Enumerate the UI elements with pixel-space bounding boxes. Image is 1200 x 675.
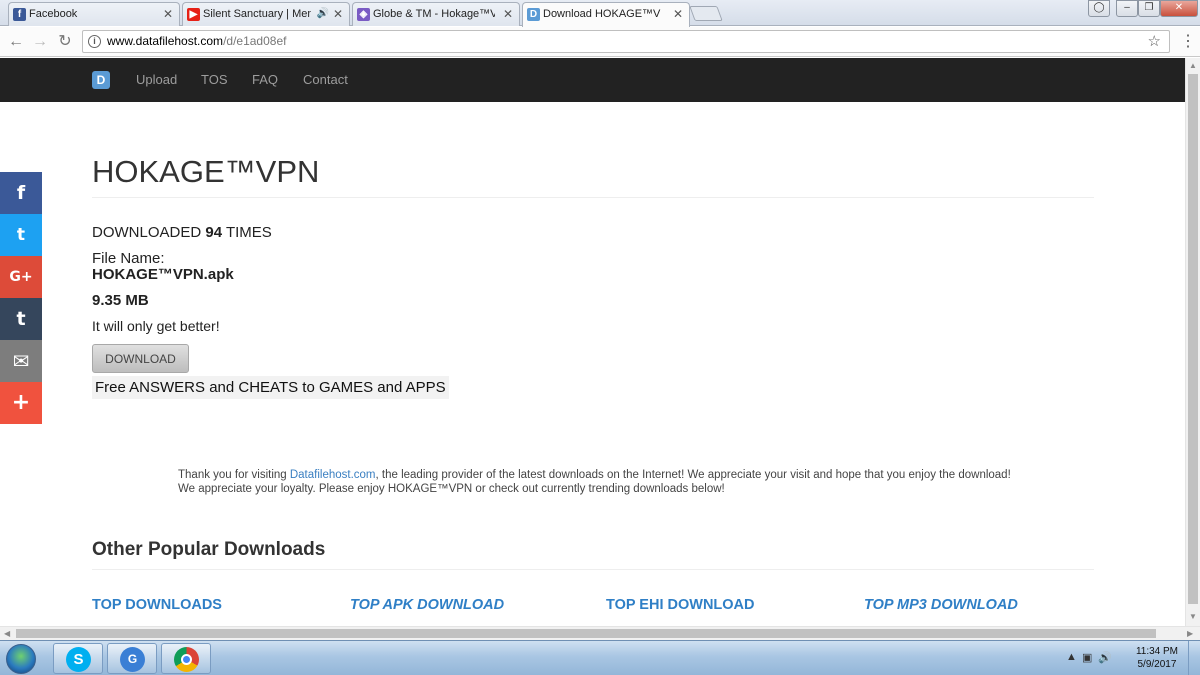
close-icon[interactable]: ✕ [333, 3, 343, 25]
page-content: HOKAGE™VPN DOWNLOADED 94 TIMES File Name… [0, 102, 1185, 626]
datafilehost-link[interactable]: Datafilehost.com [290, 469, 376, 481]
top-apk-download-link[interactable]: TOP APK DOWNLOAD [350, 597, 504, 613]
forward-arrow-icon[interactable]: → [30, 32, 50, 52]
skype-icon: S [66, 647, 91, 672]
taskbar-clock[interactable]: 11:34 PM 5/9/2017 [1136, 645, 1178, 671]
globe-icon: ◈ [357, 8, 370, 21]
globe-tattoo-icon: G [120, 647, 145, 672]
facebook-icon: f [13, 8, 26, 21]
email-share-icon[interactable]: ✉ [0, 340, 42, 382]
tab-silent-sanctuary[interactable]: ▶ Silent Sanctuary | Men 🔊 ✕ [182, 2, 350, 26]
tab-title: Globe & TM - Hokage™V [373, 8, 495, 20]
scroll-down-icon[interactable]: ▼ [1189, 612, 1197, 621]
file-tagline: It will only get better! [92, 318, 220, 334]
tab-facebook[interactable]: f Facebook ✕ [8, 2, 180, 26]
horizontal-scroll-thumb[interactable] [16, 629, 1156, 638]
back-arrow-icon[interactable]: ← [6, 32, 26, 52]
address-bar[interactable]: i www.datafilehost.com/d/e1ad08ef ☆ [82, 30, 1170, 53]
url-path: /d/e1ad08ef [223, 34, 287, 48]
close-icon[interactable]: ✕ [673, 3, 683, 25]
download-count-prefix: DOWNLOADED [92, 224, 202, 241]
youtube-icon: ▶ [187, 8, 200, 21]
tray-expand-icon[interactable]: ▲ [1066, 651, 1077, 663]
start-button[interactable] [6, 644, 36, 674]
restore-button[interactable]: ❐ [1138, 0, 1160, 17]
scroll-right-icon[interactable]: ▶ [1187, 629, 1193, 638]
twitter-share-icon[interactable]: t [0, 214, 42, 256]
tab-title: Silent Sanctuary | Men [203, 8, 311, 20]
nav-faq-link[interactable]: FAQ [252, 72, 278, 87]
top-ehi-download-link[interactable]: TOP EHI DOWNLOAD [606, 597, 755, 613]
clock-time: 11:34 PM [1135, 646, 1178, 657]
close-window-button[interactable]: ✕ [1160, 0, 1198, 17]
url-host: www.datafilehost.com [107, 34, 224, 48]
nav-upload-link[interactable]: Upload [136, 72, 177, 87]
new-tab-button[interactable] [689, 6, 723, 21]
browser-toolbar: ← → ↻ i www.datafilehost.com/d/e1ad08ef … [0, 27, 1200, 57]
other-downloads-heading: Other Popular Downloads [92, 539, 326, 560]
clock-date: 5/9/2017 [1137, 659, 1177, 670]
bookmark-star-icon[interactable]: ☆ [1148, 31, 1161, 52]
vertical-scroll-thumb[interactable] [1188, 74, 1198, 604]
taskbar-globe-tattoo[interactable]: G [107, 643, 157, 674]
site-logo[interactable]: D [92, 71, 110, 89]
system-tray: ▲ ▣ 🔊 11:34 PM 5/9/2017 [1060, 641, 1200, 675]
facebook-share-icon[interactable]: f [0, 172, 42, 214]
tab-title: Download HOKAGE™VPN [543, 8, 661, 20]
horizontal-scrollbar[interactable]: ◀ ▶ [0, 626, 1200, 640]
nav-contact-link[interactable]: Contact [303, 72, 348, 87]
scroll-left-icon[interactable]: ◀ [4, 629, 10, 638]
site-navbar: D Upload TOS FAQ Contact [0, 58, 1185, 102]
google-plus-share-icon[interactable]: G+ [0, 256, 42, 298]
divider [92, 569, 1094, 570]
datafilehost-icon: D [527, 8, 540, 21]
scroll-up-icon[interactable]: ▲ [1189, 61, 1197, 70]
show-desktop-button[interactable] [1188, 641, 1200, 675]
user-icon[interactable]: ◯ [1088, 0, 1110, 17]
minimize-button[interactable]: – [1116, 0, 1138, 17]
tab-globe-tm[interactable]: ◈ Globe & TM - Hokage™V ✕ [352, 2, 520, 26]
tumblr-share-icon[interactable]: t [0, 298, 42, 340]
tab-title: Facebook [29, 8, 78, 20]
browser-tab-strip: f Facebook ✕ ▶ Silent Sanctuary | Men 🔊 … [0, 0, 1200, 27]
top-downloads-link[interactable]: TOP DOWNLOADS [92, 597, 222, 613]
taskbar-chrome[interactable] [161, 643, 211, 674]
taskbar-skype[interactable]: S [53, 643, 103, 674]
file-size: 9.35 MB [92, 292, 149, 309]
url-text: www.datafilehost.com/d/e1ad08ef [107, 31, 286, 52]
file-name-label: File Name: [92, 250, 165, 267]
page-title: HOKAGE™VPN [92, 154, 320, 189]
reload-icon[interactable]: ↻ [55, 32, 75, 52]
windows-taskbar: S G ▲ ▣ 🔊 11:34 PM 5/9/2017 [0, 640, 1200, 675]
speaker-icon[interactable]: 🔊 [317, 3, 329, 25]
network-icon[interactable]: ▣ [1082, 651, 1092, 664]
menu-dots-icon[interactable]: ⋮ [1180, 31, 1196, 51]
file-name: HOKAGE™VPN.apk [92, 266, 234, 283]
download-button[interactable]: DOWNLOAD [92, 344, 189, 373]
vertical-scrollbar[interactable]: ▲ ▼ [1185, 58, 1200, 626]
top-mp3-download-link[interactable]: TOP MP3 DOWNLOAD [864, 597, 1018, 613]
close-icon[interactable]: ✕ [163, 3, 173, 25]
download-count-suffix: TIMES [225, 224, 272, 241]
more-share-icon[interactable]: + [0, 382, 42, 424]
thanks-text-start: Thank you for visiting [178, 469, 290, 481]
nav-tos-link[interactable]: TOS [201, 72, 228, 87]
chrome-icon [174, 647, 199, 672]
thank-you-text: Thank you for visiting Datafilehost.com,… [178, 468, 1018, 496]
close-icon[interactable]: ✕ [503, 3, 513, 25]
divider [92, 197, 1094, 198]
download-count-number: 94 [205, 224, 223, 241]
volume-icon[interactable]: 🔊 [1098, 651, 1112, 664]
info-icon[interactable]: i [88, 35, 101, 48]
promo-link[interactable]: Free ANSWERS and CHEATS to GAMES and APP… [92, 376, 449, 399]
tab-download-hokage[interactable]: D Download HOKAGE™VPN ✕ [522, 2, 690, 27]
download-count: DOWNLOADED 94 TIMES [92, 224, 272, 241]
